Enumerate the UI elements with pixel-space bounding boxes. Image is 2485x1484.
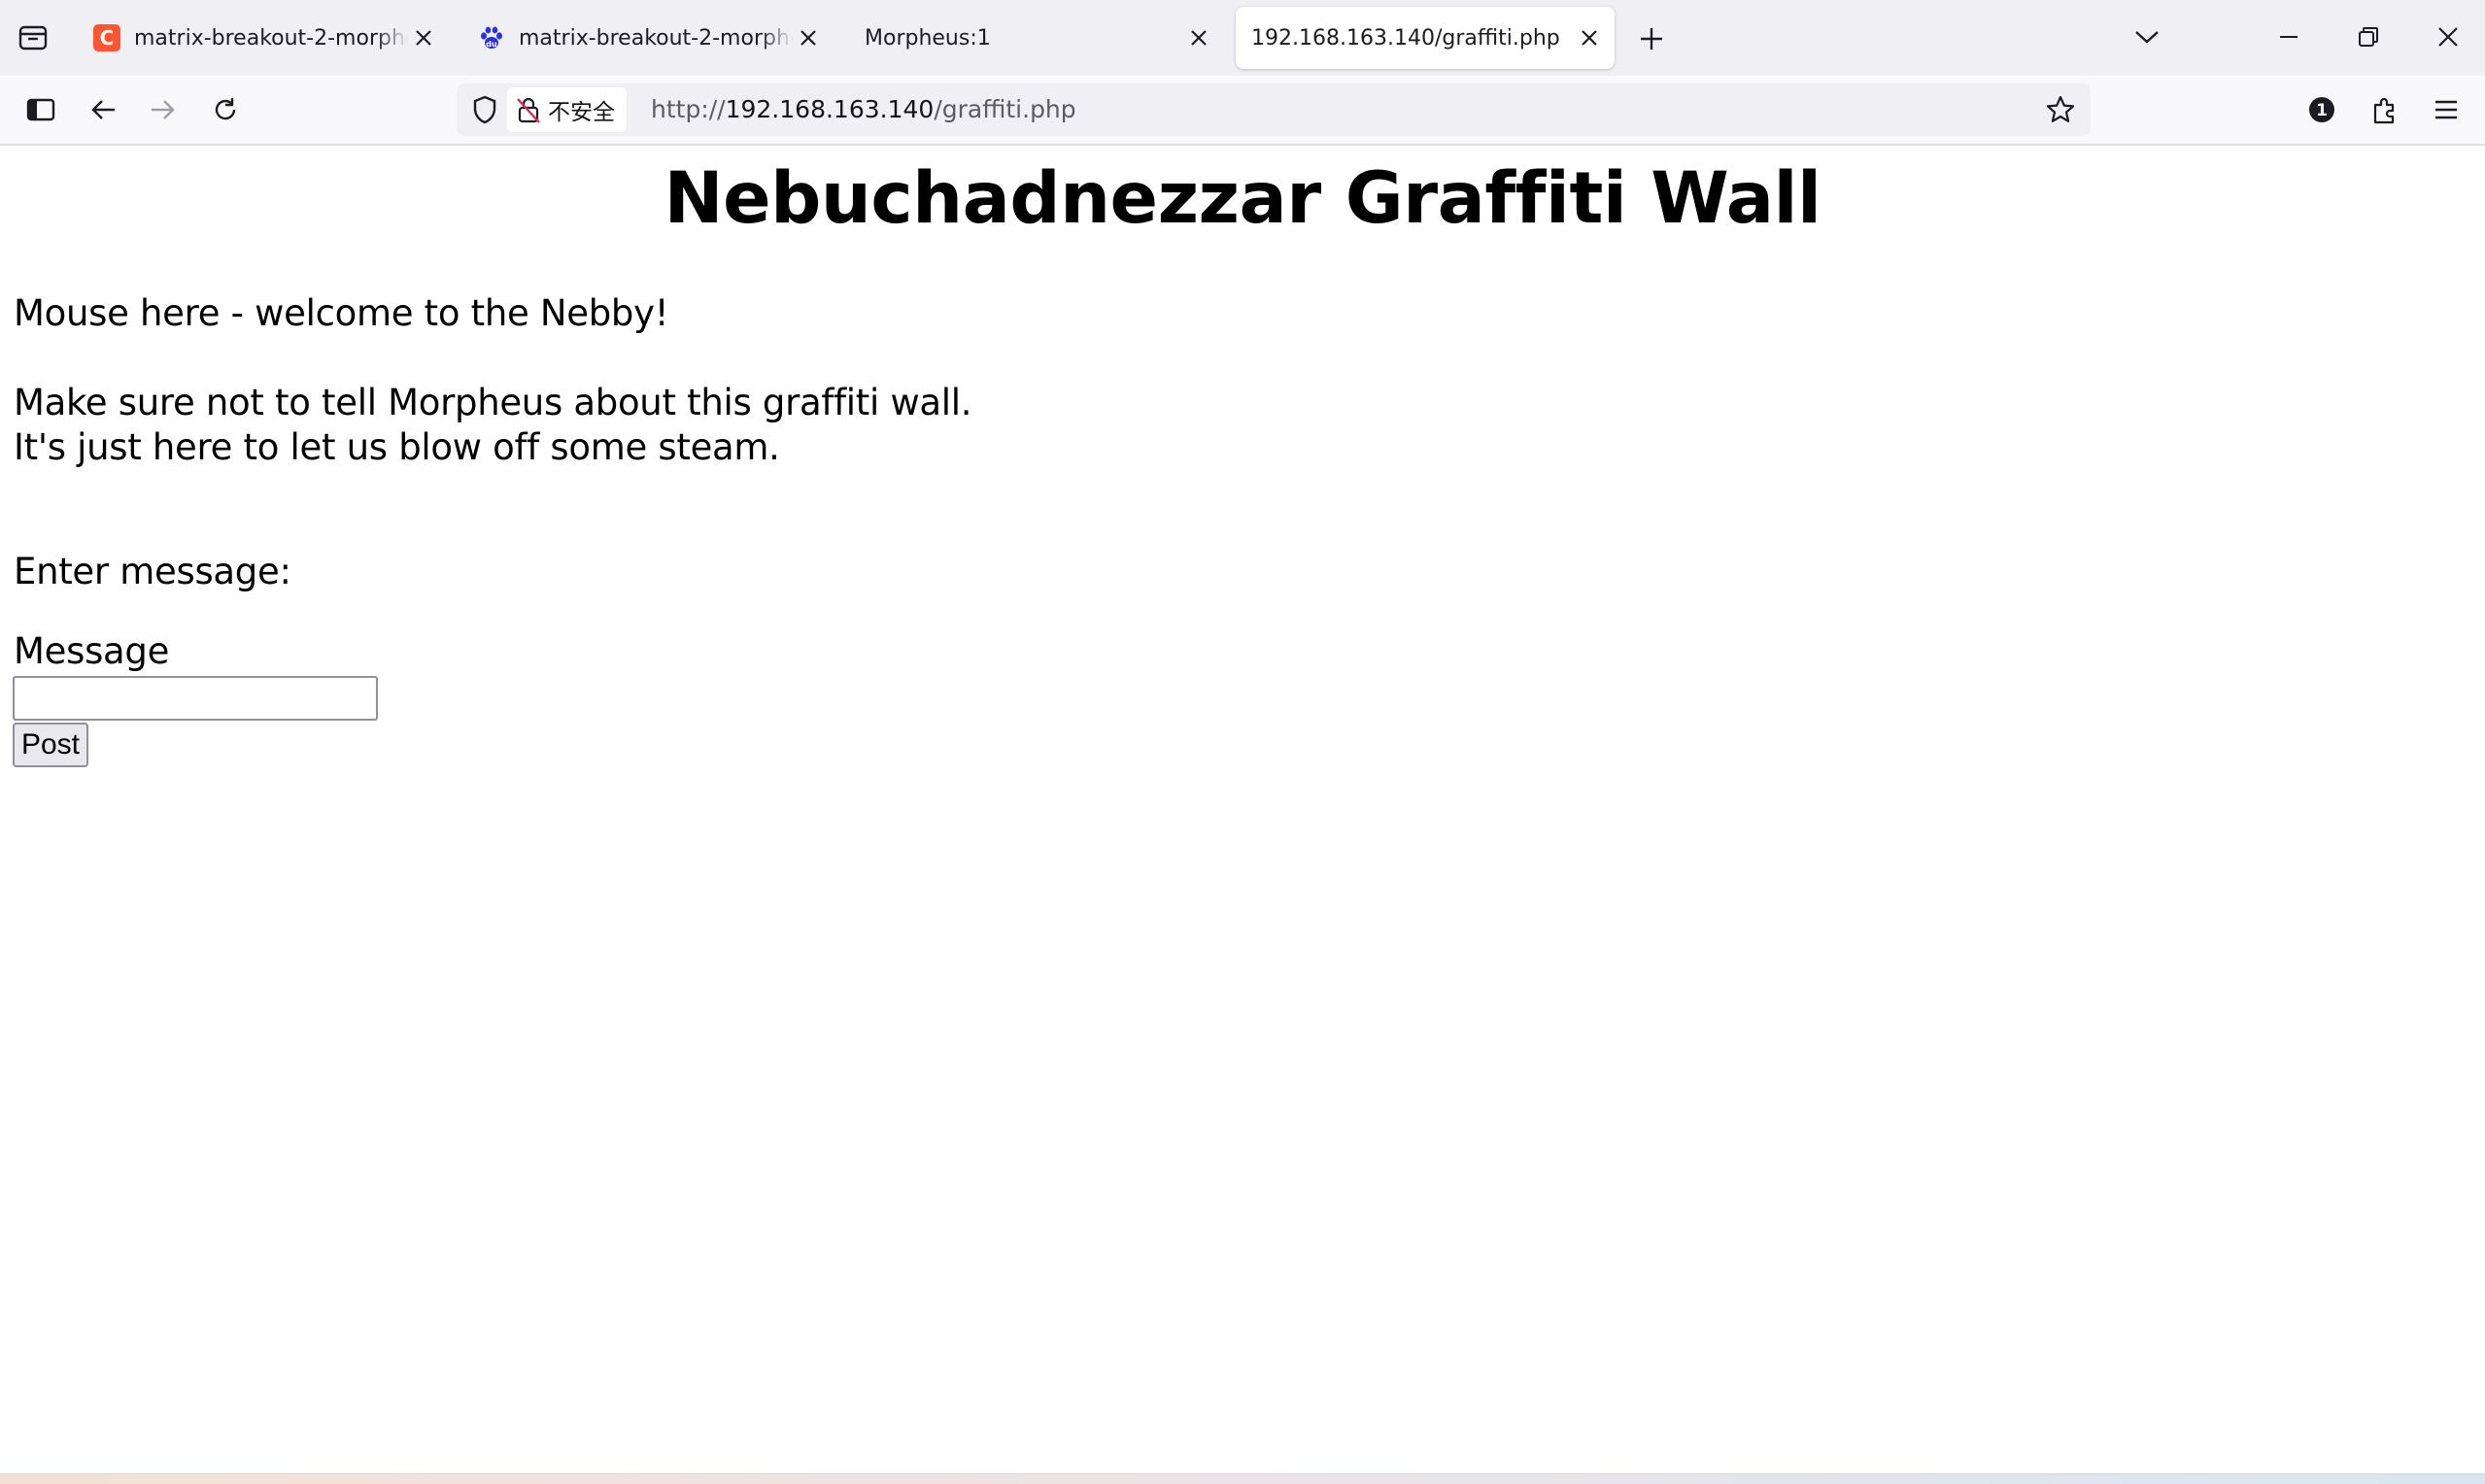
reload-icon <box>215 98 236 120</box>
reload-button[interactable] <box>204 88 247 131</box>
baidu-paw-icon: du <box>478 24 505 51</box>
tab-strip: C matrix-breakout-2-morpheus du matrix-b… <box>0 0 2485 76</box>
address-bar[interactable]: 不安全 http://192.168.163.140/graffiti.php <box>457 84 2091 136</box>
url-host: 192.168.163.140 <box>725 95 935 123</box>
tab-title: matrix-breakout-2-morpheus <box>134 25 408 51</box>
close-tab-icon[interactable] <box>1183 22 1214 53</box>
tracking-protection-button[interactable] <box>466 91 503 128</box>
tab-title: Morpheus:1 <box>865 25 991 51</box>
url-text[interactable]: http://192.168.163.140/graffiti.php <box>651 84 1076 136</box>
post-button[interactable]: Post <box>13 723 88 767</box>
message-label: Message <box>14 630 170 672</box>
navigation-toolbar: 不安全 http://192.168.163.140/graffiti.php … <box>0 76 2485 146</box>
page-content: Nebuchadnezzar Graffiti Wall Mouse here … <box>0 146 2485 1473</box>
tab-title: 192.168.163.140/graffiti.php <box>1251 25 1560 51</box>
close-window-button[interactable] <box>2427 16 2469 58</box>
chevron-down-icon <box>2135 31 2159 44</box>
svg-text:du: du <box>486 40 497 49</box>
graffiti-line: It's just here to let us blow off some s… <box>14 426 780 468</box>
tab-active[interactable]: 192.168.163.140/graffiti.php <box>1236 7 1615 69</box>
tab-1[interactable]: C matrix-breakout-2-morpheus <box>89 7 445 69</box>
taskbar-edge <box>0 1473 2485 1484</box>
hamburger-menu-icon <box>2435 100 2457 119</box>
svg-text:C: C <box>100 26 115 50</box>
arrow-left-icon <box>91 100 115 119</box>
minimize-icon <box>2280 36 2298 38</box>
sidebar-icon <box>26 98 55 121</box>
password-manager-button[interactable]: 1 <box>2300 88 2343 131</box>
new-tab-button[interactable] <box>1632 19 1671 58</box>
forward-button[interactable] <box>142 88 185 131</box>
restore-icon <box>2359 27 2378 47</box>
restore-button[interactable] <box>2347 16 2390 58</box>
csdn-icon: C <box>93 24 120 51</box>
insecure-label: 不安全 <box>548 100 615 125</box>
firefox-view-button[interactable] <box>12 19 54 56</box>
extensions-button[interactable] <box>2363 88 2405 131</box>
form-prompt: Enter message: <box>14 551 291 592</box>
list-all-tabs-button[interactable] <box>2126 16 2168 58</box>
tab-3[interactable]: Morpheus:1 <box>851 7 1222 69</box>
insecure-lock-icon <box>517 97 540 123</box>
badge-count: 1 <box>2316 101 2328 120</box>
close-tab-icon[interactable] <box>1574 22 1605 53</box>
url-scheme: http:// <box>651 95 726 123</box>
close-tab-icon[interactable] <box>793 22 824 53</box>
star-icon <box>2046 95 2075 122</box>
puzzle-icon <box>2373 97 2395 124</box>
shield-icon <box>473 95 496 124</box>
graffiti-line: Make sure not to tell Morpheus about thi… <box>14 382 972 423</box>
firefox-view-icon <box>18 25 48 51</box>
tab-title: matrix-breakout-2-morpheus <box>519 25 793 51</box>
bookmark-button[interactable] <box>2042 91 2079 128</box>
message-input[interactable] <box>13 676 378 721</box>
sidebar-toggle-button[interactable] <box>19 88 62 131</box>
site-identity-button[interactable]: 不安全 <box>507 87 627 132</box>
badge-icon: 1 <box>2309 97 2334 122</box>
graffiti-line: Mouse here - welcome to the Nebby! <box>14 292 669 334</box>
close-tab-icon[interactable] <box>408 22 439 53</box>
plus-icon <box>1641 28 1662 50</box>
page-title: Nebuchadnezzar Graffiti Wall <box>664 157 1822 240</box>
close-icon <box>2438 27 2458 47</box>
url-path: /graffiti.php <box>934 95 1076 123</box>
minimize-button[interactable] <box>2267 16 2310 58</box>
arrow-right-icon <box>152 100 175 119</box>
back-button[interactable] <box>82 88 124 131</box>
app-menu-button[interactable] <box>2425 88 2468 131</box>
tab-2[interactable]: du matrix-breakout-2-morpheus <box>474 7 830 69</box>
